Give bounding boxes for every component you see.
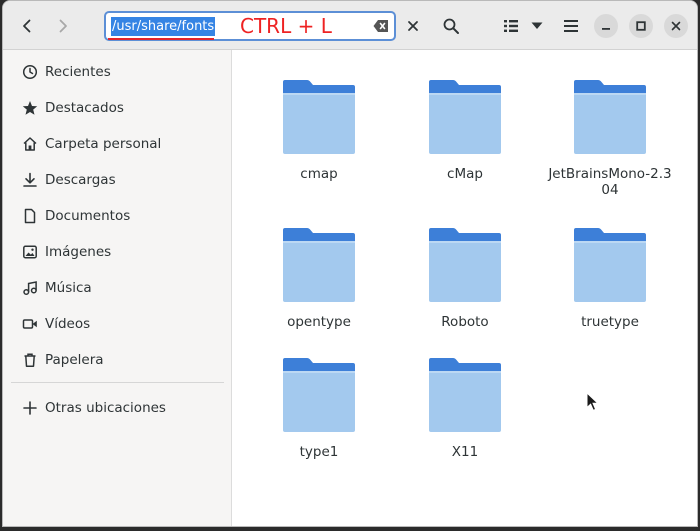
home-icon	[23, 137, 37, 151]
folder-name: truetype	[581, 314, 639, 330]
sidebar-item-label: Música	[45, 280, 92, 296]
folder-item[interactable]: truetype	[540, 227, 680, 330]
folder-item[interactable]: opentype	[249, 227, 389, 330]
window-close-icon	[671, 21, 681, 31]
sidebar-separator	[11, 382, 224, 383]
sidebar-item-music[interactable]: Música	[3, 270, 232, 306]
maximize-button[interactable]	[629, 14, 653, 38]
places-sidebar: Recientes Destacados Carpeta personal De…	[3, 50, 232, 526]
sidebar-item-label: Recientes	[45, 64, 111, 80]
search-icon	[443, 18, 459, 34]
plus-icon	[23, 401, 37, 415]
close-location-button[interactable]	[399, 12, 427, 40]
dropdown-arrow-icon	[531, 22, 543, 29]
folder-name: opentype	[287, 314, 351, 330]
star-icon	[22, 101, 38, 115]
folder-icon	[429, 228, 501, 302]
folder-icon	[283, 358, 355, 432]
maximize-icon	[636, 21, 646, 31]
folder-item[interactable]: Roboto	[395, 227, 535, 330]
trash-icon	[24, 353, 36, 367]
folder-item[interactable]: type1	[249, 357, 389, 460]
folder-name: cMap	[447, 166, 483, 182]
music-icon	[23, 281, 37, 296]
folder-item[interactable]: cMap	[395, 79, 535, 182]
video-icon	[22, 319, 37, 329]
sidebar-item-label: Imágenes	[45, 244, 112, 260]
sidebar-item-starred[interactable]: Destacados	[3, 90, 232, 126]
file-manager-window: /usr/share/fonts CTRL + L Recientes Dest…	[2, 0, 698, 527]
sidebar-item-label: Destacados	[45, 100, 124, 116]
folder-icon	[429, 80, 501, 154]
sidebar-item-recent[interactable]: Recientes	[3, 54, 232, 90]
sidebar-item-label: Papelera	[45, 352, 104, 368]
sidebar-item-other-locations[interactable]: Otras ubicaciones	[3, 390, 232, 426]
chevron-left-icon	[23, 19, 31, 33]
sidebar-item-home[interactable]: Carpeta personal	[3, 126, 232, 162]
chevron-right-icon	[59, 19, 67, 33]
header-bar: /usr/share/fonts CTRL + L	[3, 1, 697, 50]
folder-icon	[283, 228, 355, 302]
sidebar-item-videos[interactable]: Vídeos	[3, 306, 232, 342]
folder-name: X11	[451, 444, 479, 460]
sidebar-item-label: Descargas	[45, 172, 116, 188]
folder-icon	[574, 228, 646, 302]
image-icon	[23, 245, 37, 259]
annotation-underline	[108, 38, 214, 40]
keyboard-shortcut-annotation: CTRL + L	[240, 14, 332, 38]
folder-name: type1	[299, 444, 339, 460]
sidebar-item-trash[interactable]: Papelera	[3, 342, 232, 378]
minimize-icon	[602, 28, 610, 30]
sidebar-item-downloads[interactable]: Descargas	[3, 162, 232, 198]
view-options-button[interactable]	[526, 12, 548, 40]
clock-icon	[22, 64, 38, 80]
folder-icon	[283, 80, 355, 154]
window-close-button[interactable]	[664, 14, 688, 38]
backspace-clear-icon[interactable]	[373, 19, 389, 33]
folder-icon	[574, 80, 646, 154]
sidebar-item-pictures[interactable]: Imágenes	[3, 234, 232, 270]
sidebar-item-label: Carpeta personal	[45, 136, 162, 152]
folder-name: Roboto	[441, 314, 489, 330]
list-view-icon	[504, 20, 518, 32]
folder-name: cmap	[300, 166, 338, 182]
list-view-button[interactable]	[498, 12, 524, 40]
folder-item[interactable]: cmap	[249, 79, 389, 182]
download-icon	[23, 172, 37, 187]
folder-item[interactable]: JetBrainsMono-2.304	[540, 79, 680, 198]
sidebar-item-label: Vídeos	[45, 316, 91, 332]
location-path[interactable]: /usr/share/fonts	[111, 17, 216, 36]
search-button[interactable]	[437, 12, 465, 40]
sidebar-item-label: Otras ubicaciones	[45, 400, 166, 416]
folder-name: JetBrainsMono-2.304	[548, 166, 672, 198]
minimize-button[interactable]	[594, 14, 618, 38]
forward-button[interactable]	[49, 12, 77, 40]
file-view: cmap cMap JetBrainsMono-2.304 opentype R…	[233, 50, 697, 526]
mouse-pointer-icon	[586, 392, 600, 411]
document-icon	[24, 208, 36, 224]
hamburger-menu-icon	[564, 20, 578, 32]
close-icon	[408, 21, 418, 31]
folder-icon	[429, 358, 501, 432]
main-menu-button[interactable]	[557, 12, 585, 40]
sidebar-item-label: Documentos	[45, 208, 131, 224]
back-button[interactable]	[13, 12, 41, 40]
folder-item[interactable]: X11	[395, 357, 535, 460]
location-entry[interactable]: /usr/share/fonts CTRL + L	[104, 11, 396, 41]
sidebar-item-documents[interactable]: Documentos	[3, 198, 232, 234]
